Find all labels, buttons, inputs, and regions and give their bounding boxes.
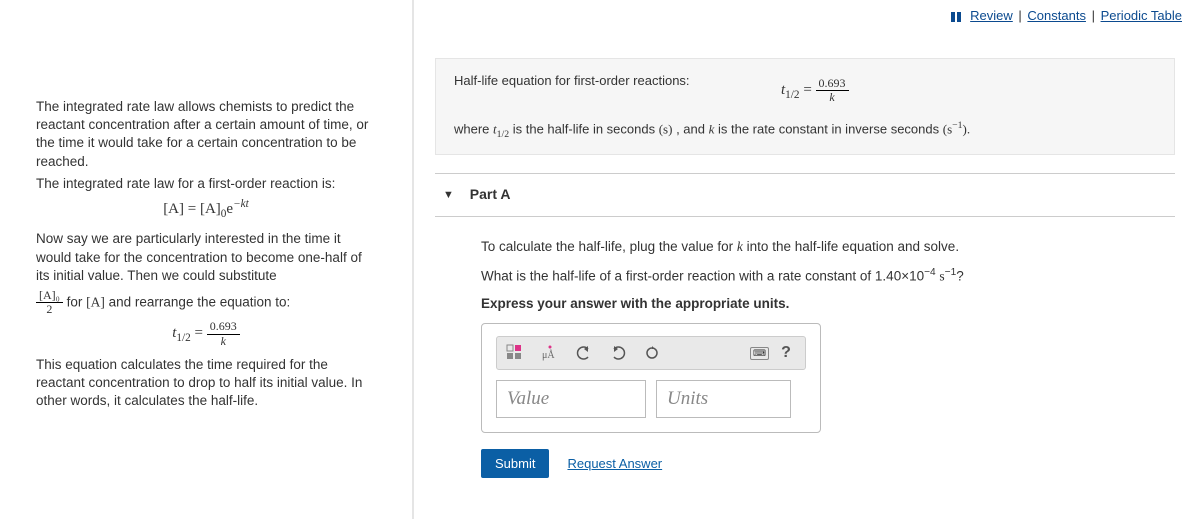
constants-link[interactable]: Constants	[1027, 8, 1086, 23]
answer-box: μÅ ⌨ ? Value Units	[481, 323, 821, 433]
vertical-separator	[412, 0, 414, 519]
intro-text-4: [A]₀ 2 for [A] and rearrange the equatio…	[36, 289, 376, 316]
intro-text-5: This equation calculates the time requir…	[36, 356, 376, 411]
svg-text:μÅ: μÅ	[542, 349, 555, 361]
part-label: Part A	[470, 186, 511, 202]
intro-text-3: Now say we are particularly interested i…	[36, 230, 376, 285]
intro-text-2: The integrated rate law for a first-orde…	[36, 175, 376, 193]
keyboard-icon[interactable]: ⌨	[750, 347, 769, 360]
rate-law-equation: [A] = [A]0e−kt	[36, 197, 376, 222]
redo-icon[interactable]	[605, 340, 631, 366]
reset-icon[interactable]	[639, 340, 665, 366]
separator: |	[1090, 8, 1101, 23]
help-button[interactable]: ?	[773, 340, 799, 366]
intro-text-1: The integrated rate law allows chemists …	[36, 98, 376, 171]
part-a-header[interactable]: ▼ Part A	[435, 173, 1175, 216]
question-line-1: To calculate the half-life, plug the val…	[481, 239, 1157, 255]
question-panel: Half-life equation for first-order react…	[435, 58, 1175, 488]
equation-info-box: Half-life equation for first-order react…	[435, 58, 1175, 155]
request-answer-link[interactable]: Request Answer	[567, 456, 662, 471]
toolbar-help-group: ⌨ ?	[750, 340, 799, 366]
top-toolbar: Review | Constants | Periodic Table	[0, 0, 1200, 34]
units-input[interactable]: Units	[656, 380, 791, 418]
half-life-equation-right: t1/2 = 0.693 k	[781, 77, 849, 104]
submit-row: Submit Request Answer	[481, 449, 1157, 478]
value-input[interactable]: Value	[496, 380, 646, 418]
part-a-body: To calculate the half-life, plug the val…	[435, 216, 1175, 489]
review-link[interactable]: Review	[970, 8, 1013, 23]
periodic-table-link[interactable]: Periodic Table	[1101, 8, 1182, 23]
templates-icon[interactable]	[503, 340, 529, 366]
where-text: where t1/2 is the half-life in seconds (…	[454, 120, 1156, 140]
chevron-down-icon: ▼	[443, 189, 454, 201]
half-life-equation-left: t1/2 = 0.693 k	[36, 320, 376, 347]
instruction-text: Express your answer with the appropriate…	[481, 296, 1157, 311]
units-icon[interactable]: μÅ	[537, 340, 563, 366]
undo-icon[interactable]	[571, 340, 597, 366]
intro-panel: The integrated rate law allows chemists …	[36, 98, 376, 414]
review-icon	[951, 12, 963, 22]
separator: |	[1016, 8, 1027, 23]
inputs-row: Value Units	[496, 380, 806, 418]
question-line-2: What is the half-life of a first-order r…	[481, 267, 1157, 285]
submit-button[interactable]: Submit	[481, 449, 549, 478]
fraction-A0-over-2: [A]₀ 2	[36, 289, 63, 316]
answer-toolbar: μÅ ⌨ ?	[496, 336, 806, 370]
